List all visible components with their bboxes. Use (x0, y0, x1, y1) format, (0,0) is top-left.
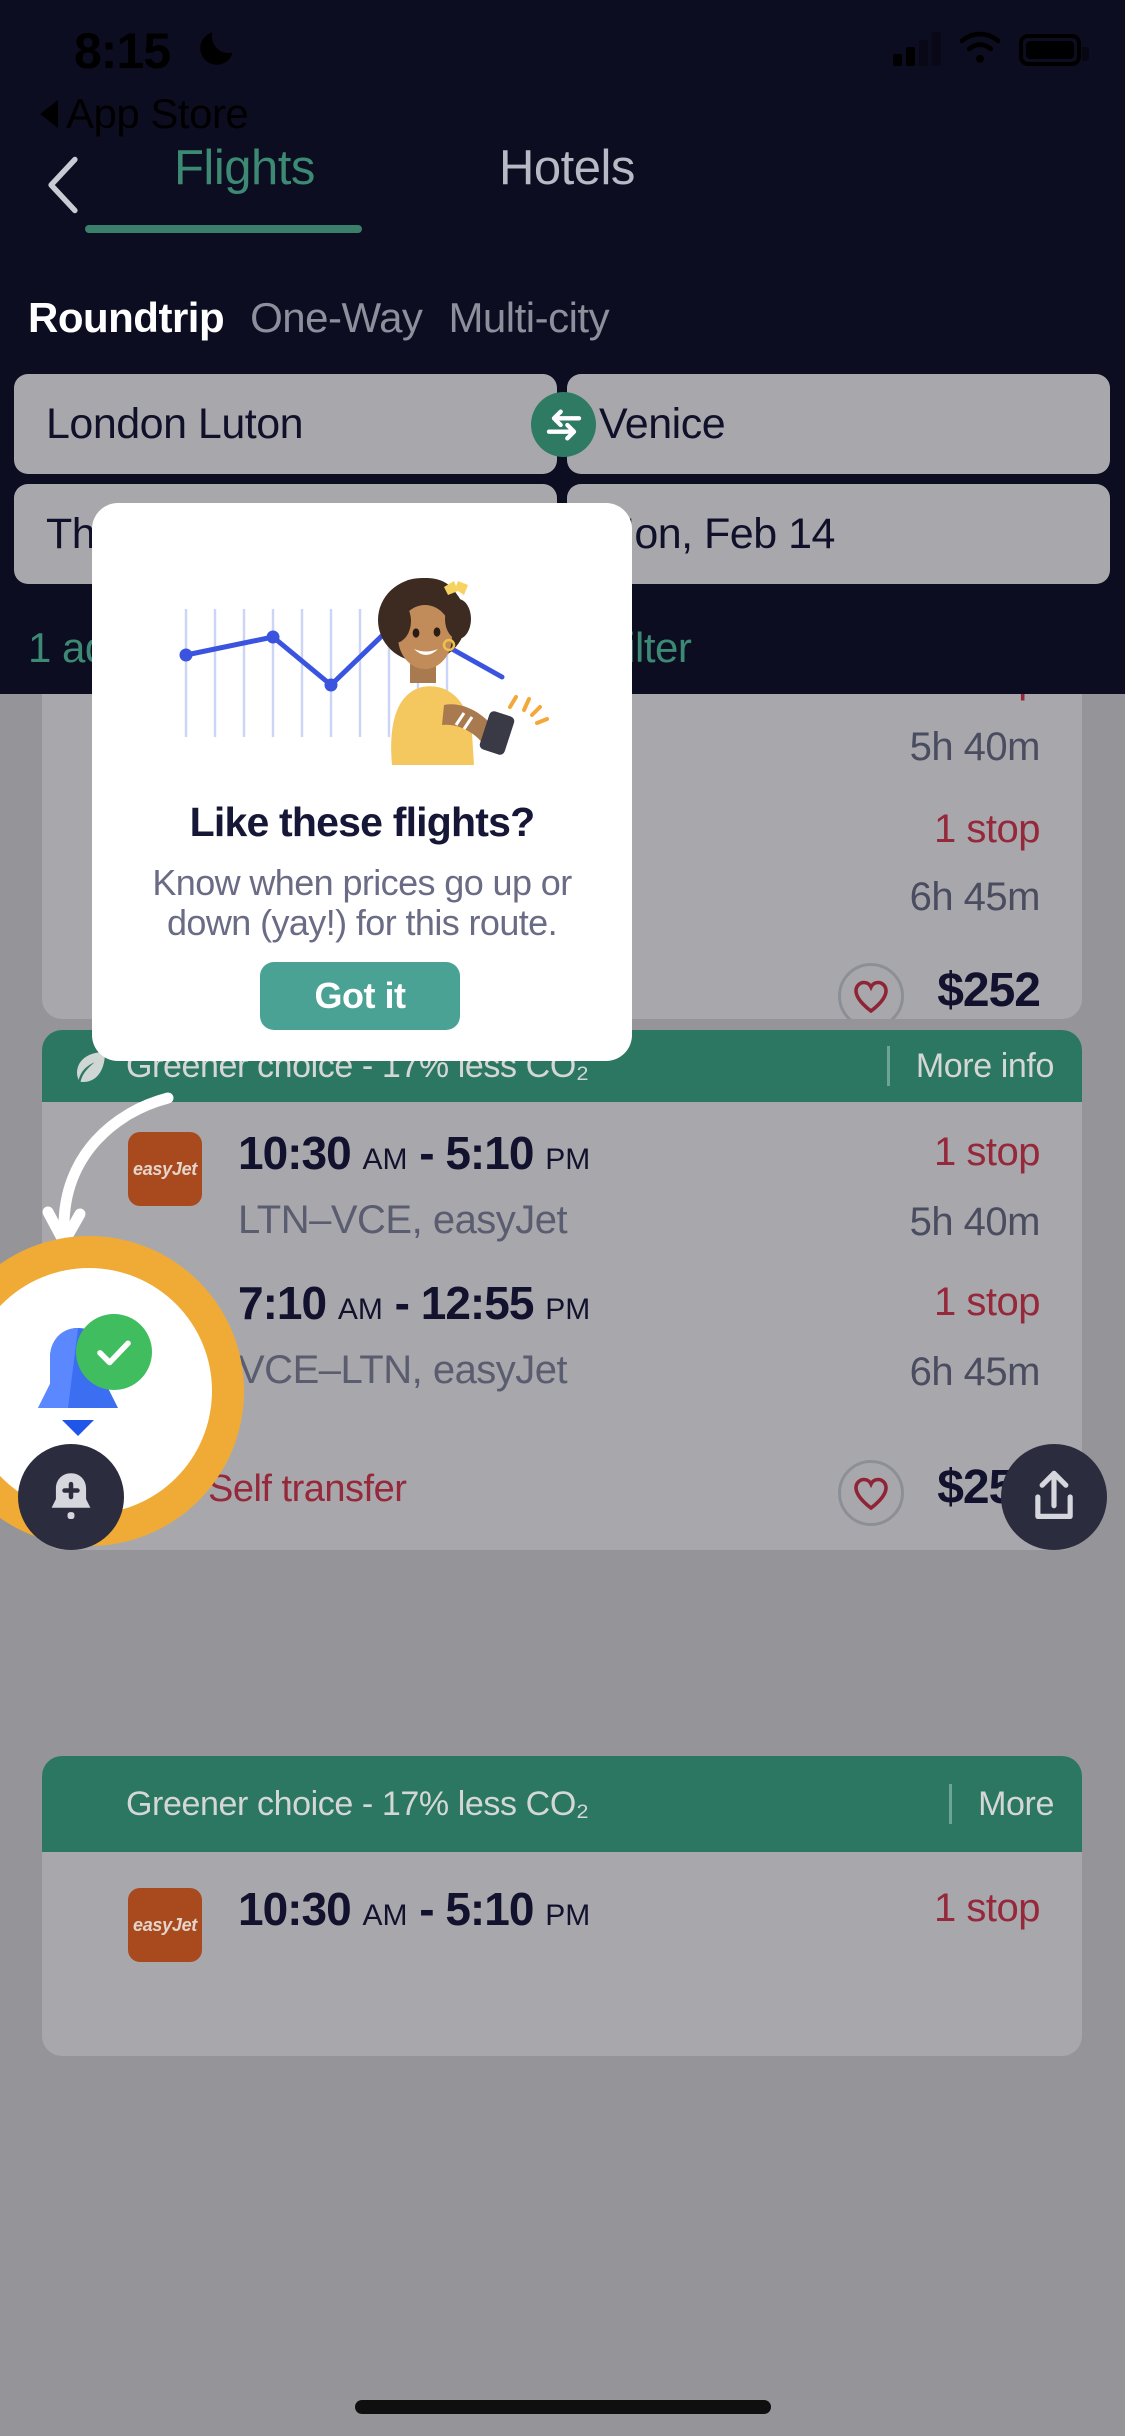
divider (949, 1784, 953, 1824)
check-icon (97, 1340, 131, 1366)
status-icons (893, 30, 1089, 66)
modal-title: Like these flights? (189, 799, 536, 845)
got-it-button[interactable]: Got it (260, 962, 460, 1030)
leg-stops: 1 stop (934, 1886, 1040, 1930)
trip-type-one-way[interactable]: One-Way (250, 294, 423, 342)
back-to-app-label: App Store (66, 90, 249, 137)
heart-icon (854, 980, 888, 1013)
greener-choice-banner[interactable]: Greener choice - 17% less CO₂ More (42, 1756, 1082, 1852)
home-indicator (354, 2400, 771, 2414)
banner-label: Greener choice - 17% less CO₂ (126, 1784, 589, 1823)
bell-plus-icon (51, 1473, 91, 1519)
more-info-link[interactable]: More (978, 1785, 1054, 1824)
leg-stops: 1 stop (934, 1280, 1040, 1324)
destination-value: Venice (599, 399, 726, 448)
leg-times: 10:30 AM - 5:10 PM (238, 1127, 591, 1179)
destination-input[interactable]: Venice (567, 374, 1110, 474)
divider (886, 1046, 890, 1086)
app-screen: Greener choice - 7% less CO₂ More info e… (0, 0, 1125, 2436)
favorite-button[interactable] (838, 963, 904, 1019)
leg-stops: 1 stop (934, 1130, 1040, 1174)
leg-duration: 5h 40m (909, 725, 1041, 769)
origin-value: London Luton (46, 399, 304, 448)
flight-leg: easyJet 10:30 AM - 5:10 PM LTN–VCE, easy… (42, 1102, 1082, 1274)
status-bar: 8:15 App Store (0, 0, 1125, 150)
leg-stops: 1 stop (934, 807, 1040, 851)
airline-logo: easyJet (128, 1888, 202, 1962)
price-history-illustration (179, 577, 549, 765)
active-tab-indicator (85, 225, 362, 233)
check-circle-icon (76, 1314, 152, 1390)
flight-card[interactable]: Greener choice - 17% less CO₂ More easyJ… (42, 1756, 1082, 2056)
trip-type-selector: Roundtrip One-Way Multi-city (28, 294, 610, 342)
modal-body-text: Know when prices go up or down (yay!) fo… (152, 862, 572, 944)
flight-leg: easyJet 10:30 AM - 5:10 PM 1 stop (42, 1852, 1082, 2012)
moon-icon (200, 32, 233, 65)
cellular-signal-icon (893, 30, 941, 66)
swap-route-button[interactable] (531, 392, 596, 457)
airline-logo-text: easyJet (133, 1914, 197, 1935)
leg-times: 7:10 AM - 12:55 PM (238, 1277, 591, 1329)
leg-duration: 5h 40m (909, 1200, 1041, 1244)
swap-horizontal-icon (546, 409, 581, 440)
trip-type-multi-city[interactable]: Multi-city (448, 294, 609, 342)
share-up-icon (1035, 1470, 1073, 1519)
trip-type-roundtrip[interactable]: Roundtrip (28, 294, 225, 342)
leg-route: VCE–LTN, easyJet (238, 1348, 568, 1392)
status-time: 8:15 (74, 23, 171, 79)
leg-duration: 6h 45m (909, 875, 1041, 919)
leg-route: LTN–VCE, easyJet (238, 1198, 568, 1242)
back-triangle-icon (40, 100, 58, 128)
leg-duration: 6h 45m (909, 1350, 1041, 1394)
origin-input[interactable]: London Luton (14, 374, 557, 474)
leg-times: 10:30 AM - 5:10 PM (238, 1883, 591, 1935)
back-to-app-link[interactable]: App Store (40, 90, 249, 138)
return-date-input[interactable]: Mon, Feb 14 (567, 484, 1110, 584)
return-date-value: Mon, Feb 14 (599, 509, 835, 558)
wifi-icon (959, 31, 1001, 63)
favorite-button[interactable] (838, 1460, 904, 1526)
leg-stops: 1 stop (934, 694, 1040, 702)
price-alert-modal: Like these flights? Know when prices go … (92, 503, 632, 1061)
heart-icon (854, 1477, 888, 1510)
share-button[interactable] (1001, 1444, 1107, 1550)
price-alert-button[interactable] (18, 1444, 124, 1550)
more-info-link[interactable]: More info (916, 1047, 1055, 1086)
battery-icon (1019, 34, 1089, 66)
price: $252 (937, 964, 1041, 1017)
self-transfer-note: Self transfer (208, 1468, 407, 1510)
top-tabs: Flights Hotels (0, 140, 1125, 235)
